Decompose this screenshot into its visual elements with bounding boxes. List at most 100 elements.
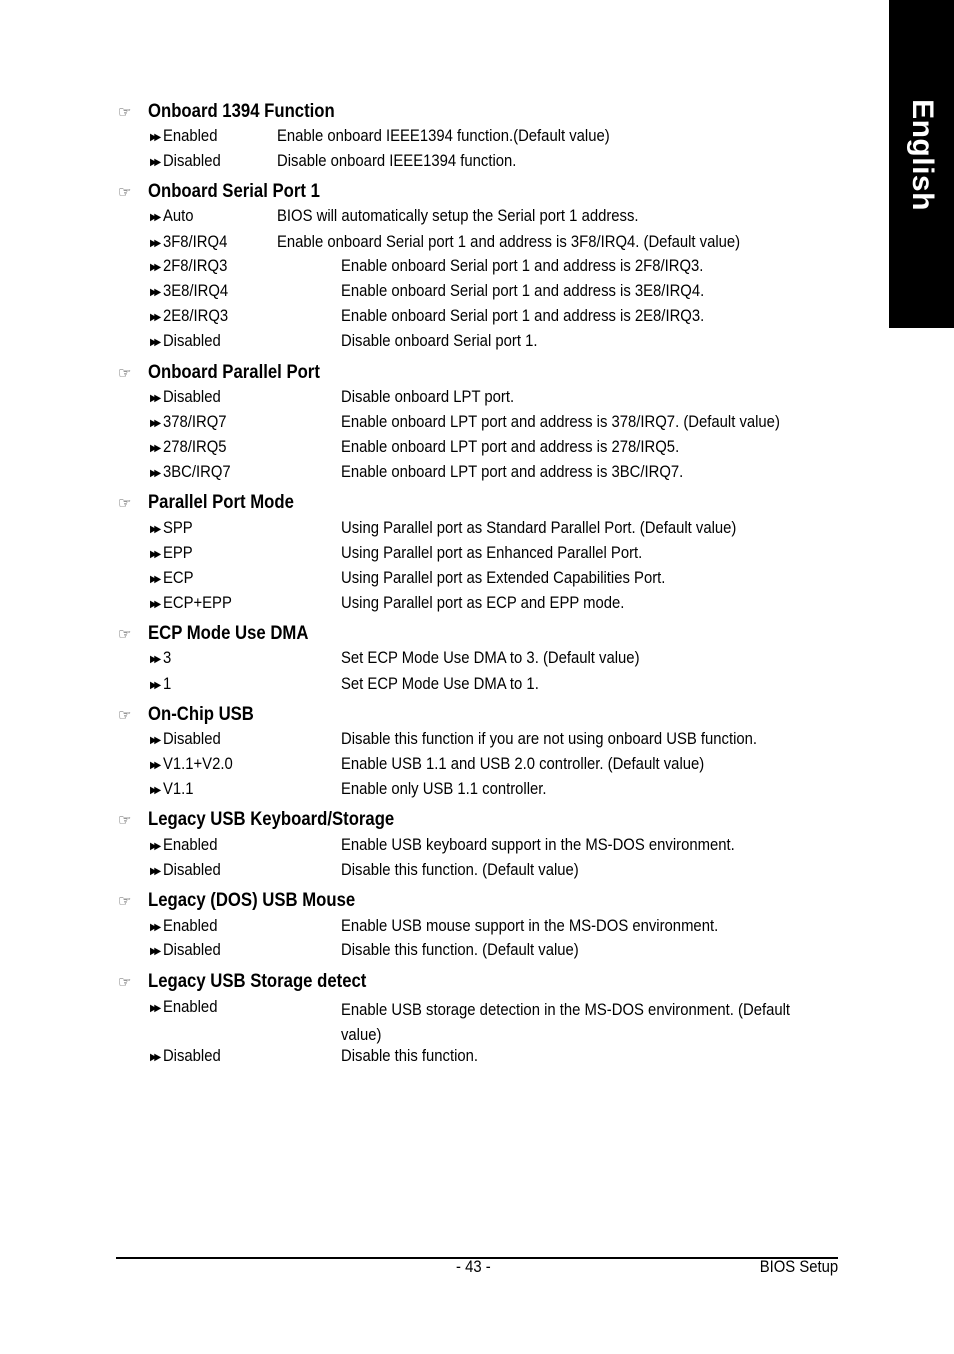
double-arrow-icon: ▶▶ (150, 549, 161, 560)
option-description: Set ECP Mode Use DMA to 1. (341, 675, 539, 693)
section-heading: ☞ Onboard 1394 Function (118, 100, 360, 124)
option-key: ▶▶ ECP (150, 569, 193, 588)
option-description: Enable USB keyboard support in the MS-DO… (341, 836, 735, 854)
option-description: Disable this function. (Default value) (341, 861, 579, 879)
section-heading: ☞ Onboard Parallel Port (118, 361, 343, 385)
option-value: Auto (162, 207, 194, 225)
double-arrow-icon: ▶▶ (150, 735, 161, 746)
double-arrow-icon: ▶▶ (150, 922, 161, 933)
option-row: ▶▶ 2E8/IRQ3 Enable onboard Serial port 1 … (0, 307, 954, 332)
double-arrow-icon: ▶▶ (150, 599, 161, 610)
option-key: ▶▶ Disabled (150, 861, 221, 880)
option-row: ▶▶ ECP+EPP Using Parallel port as ECP and… (0, 594, 954, 619)
option-description: Enable USB mouse support in the MS-DOS e… (341, 917, 719, 935)
section-title: On-Chip USB (148, 704, 254, 725)
option-key: ▶▶ Disabled (150, 388, 221, 407)
section-heading: ☞ Legacy (DOS) USB Mouse (118, 889, 383, 913)
option-row: ▶▶ Enabled Enable onboard IEEE1394 functi… (0, 127, 954, 152)
section-title: Legacy USB Keyboard/Storage (148, 809, 395, 830)
section-title: Onboard Parallel Port (148, 362, 320, 383)
double-arrow-icon: ▶▶ (150, 287, 161, 298)
option-value: Disabled (162, 1047, 221, 1065)
option-value: Enabled (162, 127, 218, 145)
option-value: 2E8/IRQ3 (162, 307, 229, 325)
option-value: 378/IRQ7 (162, 413, 227, 431)
option-row: ▶▶ 3BC/IRQ7 Enable onboard LPT port and a… (0, 463, 954, 488)
option-row: ▶▶ Enabled Enable USB mouse support in th… (0, 917, 954, 942)
option-key: ▶▶ SPP (150, 519, 193, 538)
section-heading: ☞ Onboard Serial Port 1 (118, 180, 343, 204)
option-value: Disabled (162, 730, 221, 748)
option-value: Disabled (162, 332, 221, 350)
double-arrow-icon: ▶▶ (150, 654, 161, 665)
double-arrow-icon: ▶▶ (150, 443, 161, 454)
option-key: ▶▶ EPP (150, 544, 193, 563)
option-value: 3E8/IRQ4 (162, 282, 229, 300)
option-row: ▶▶ Disabled Disable this function if you … (0, 730, 954, 755)
option-key: ▶▶ Enabled (150, 127, 217, 146)
option-description: Using Parallel port as Enhanced Parallel… (341, 544, 643, 562)
section-title: ECP Mode Use DMA (148, 623, 309, 644)
pointing-hand-icon: ☞ (118, 974, 132, 991)
option-key: ▶▶ Enabled (150, 917, 217, 936)
double-arrow-icon: ▶▶ (150, 262, 161, 273)
option-value: V1.1+V2.0 (162, 755, 233, 773)
option-row: ▶▶ Disabled Disable this function. (0, 1047, 954, 1072)
option-key: ▶▶ Enabled (150, 998, 217, 1017)
option-description: BIOS will automatically setup the Serial… (277, 207, 639, 225)
option-description: Enable USB storage detection in the MS-D… (341, 998, 790, 1047)
option-key: ▶▶ Disabled (150, 332, 221, 351)
option-key: ▶▶ Disabled (150, 152, 221, 171)
option-row: ▶▶ 3F8/IRQ4 Enable onboard Serial port 1 … (0, 233, 954, 258)
option-row: ▶▶ V1.1+V2.0 Enable USB 1.1 and USB 2.0 c… (0, 755, 954, 780)
option-description: Using Parallel port as ECP and EPP mode. (341, 594, 625, 612)
option-row: ▶▶ Disabled Disable this function. (Defau… (0, 861, 954, 886)
option-key: ▶▶ 2F8/IRQ3 (150, 257, 227, 276)
option-value: ECP+EPP (162, 594, 232, 612)
option-description: Enable onboard LPT port and address is 3… (341, 463, 684, 481)
option-description: Enable onboard IEEE1394 function.(Defaul… (277, 127, 610, 145)
double-arrow-icon: ▶▶ (150, 337, 161, 348)
section-heading: ☞ Legacy USB Keyboard/Storage (118, 808, 428, 832)
option-row: ▶▶ ECP Using Parallel port as Extended Ca… (0, 569, 954, 594)
option-row: ▶▶ V1.1 Enable only USB 1.1 controller. (0, 780, 954, 805)
option-key: ▶▶ V1.1 (150, 780, 194, 799)
option-value: Enabled (162, 917, 218, 935)
pointing-hand-icon: ☞ (118, 893, 132, 910)
option-value: 3BC/IRQ7 (162, 463, 231, 481)
option-value: 3 (162, 649, 172, 667)
pointing-hand-icon: ☞ (118, 495, 132, 512)
double-arrow-icon: ▶▶ (150, 393, 161, 404)
option-key: ▶▶ Auto (150, 207, 194, 226)
option-value: Disabled (162, 861, 221, 879)
option-row: ▶▶ Disabled Disable onboard IEEE1394 func… (0, 152, 954, 177)
option-description: Enable only USB 1.1 controller. (341, 780, 547, 798)
double-arrow-icon: ▶▶ (150, 418, 161, 429)
option-value: Enabled (162, 836, 218, 854)
double-arrow-icon: ▶▶ (150, 132, 161, 143)
option-value: Disabled (162, 941, 221, 959)
option-value: EPP (162, 544, 193, 562)
option-row: ▶▶ 3E8/IRQ4 Enable onboard Serial port 1 … (0, 282, 954, 307)
option-row: ▶▶ 378/IRQ7 Enable onboard LPT port and a… (0, 413, 954, 438)
option-value: Disabled (162, 152, 221, 170)
option-description: Enable USB 1.1 and USB 2.0 controller. (… (341, 755, 705, 773)
option-value: Enabled (162, 998, 218, 1016)
double-arrow-icon: ▶▶ (150, 946, 161, 957)
option-row: ▶▶ EPP Using Parallel port as Enhanced Pa… (0, 544, 954, 569)
section-title: Onboard Serial Port 1 (148, 181, 320, 202)
pointing-hand-icon: ☞ (118, 707, 132, 724)
double-arrow-icon: ▶▶ (150, 841, 161, 852)
option-key: ▶▶ 3F8/IRQ4 (150, 233, 227, 252)
option-key: ▶▶ 3 (150, 649, 171, 668)
option-key: ▶▶ 1 (150, 675, 171, 694)
option-description: Disable this function if you are not usi… (341, 730, 758, 748)
option-description: Disable onboard Serial port 1. (341, 332, 538, 350)
option-key: ▶▶ 378/IRQ7 (150, 413, 227, 432)
option-description: Disable this function. (341, 1047, 479, 1065)
double-arrow-icon: ▶▶ (150, 760, 161, 771)
double-arrow-icon: ▶▶ (150, 574, 161, 585)
option-value: 278/IRQ5 (162, 438, 227, 456)
option-row: ▶▶ 278/IRQ5 Enable onboard LPT port and a… (0, 438, 954, 463)
option-key: ▶▶ 3BC/IRQ7 (150, 463, 231, 482)
